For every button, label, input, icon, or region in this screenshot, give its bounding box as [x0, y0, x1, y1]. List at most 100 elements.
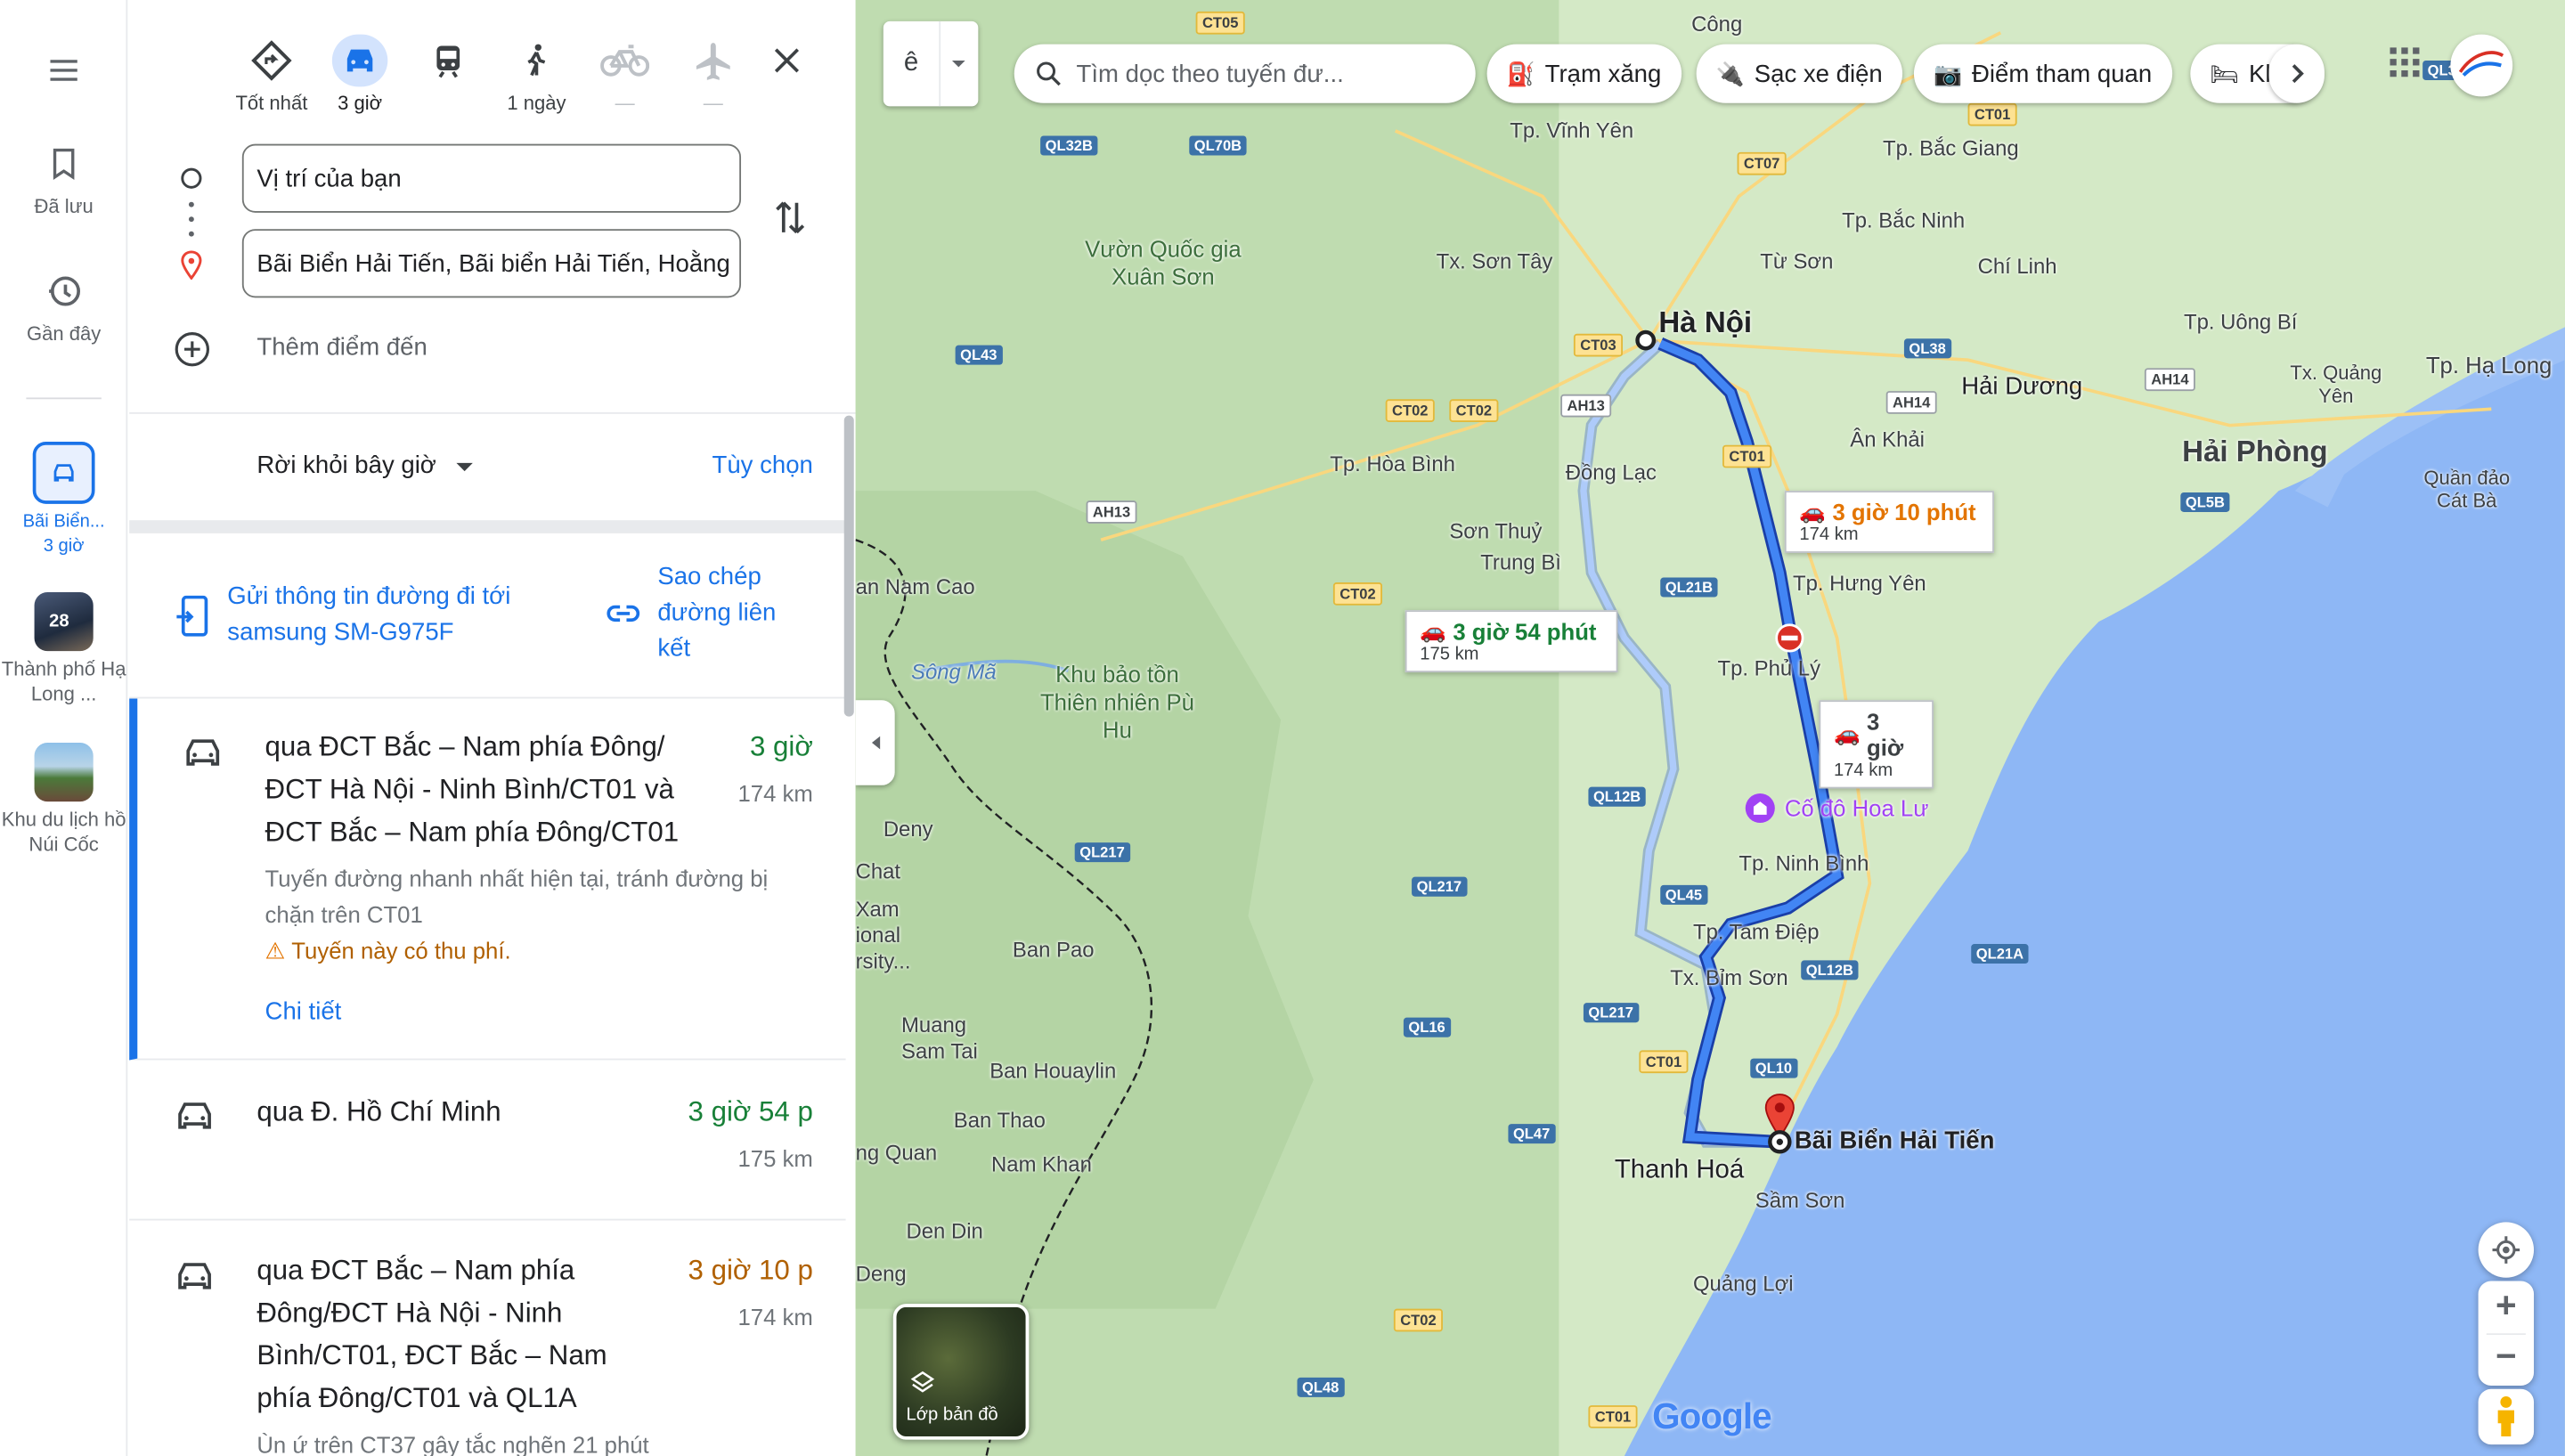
mode-best[interactable]: Tốt nhất: [227, 36, 315, 115]
route-option[interactable]: qua Đ. Hồ Chí Minh 3 giờ 54 p 175 km: [129, 1061, 846, 1221]
road-closed-icon: [1775, 623, 1804, 653]
chip-gas-station[interactable]: ⛽ Trạm xăng: [1486, 44, 1682, 103]
road-shield: QL45: [1660, 884, 1707, 905]
dropdown-arrow-icon: [456, 462, 473, 471]
send-to-phone-button[interactable]: Gửi thông tin đường đi tới samsung SM-G9…: [175, 576, 551, 658]
badge-button[interactable]: ê: [883, 20, 979, 107]
route-time-bubble[interactable]: 🚗 3 giờ 10 phút 174 km: [1784, 491, 1994, 553]
zoom-in-button[interactable]: +: [2496, 1281, 2517, 1332]
copy-link-button[interactable]: Sao chép đường liên kết: [606, 559, 802, 667]
details-link[interactable]: Chi tiết: [265, 998, 342, 1026]
airplane-icon: [696, 43, 730, 80]
place-label: Khu du lịch hồ Núi Cốc: [1, 808, 126, 856]
map-label: Chí Linh: [1977, 253, 2057, 279]
close-directions-button[interactable]: [743, 36, 831, 85]
map-label: Tx. Sơn Tây: [1436, 248, 1553, 273]
depart-time-dropdown[interactable]: Rời khỏi bây giờ: [256, 451, 473, 479]
swap-vertical-icon: [776, 201, 805, 234]
place-label: Thành phố Hạ Long ...: [1, 657, 126, 705]
place-thumbnail: 28: [34, 592, 94, 652]
route-search-box[interactable]: Tìm dọc theo tuyến đư...: [1014, 44, 1476, 103]
route-option[interactable]: qua ĐCT Bắc – Nam phía Đông/ ĐCT Hà Nội …: [129, 698, 846, 1061]
recent-button[interactable]: Gần đây: [0, 272, 127, 347]
map-label: Tp. Bắc Ninh: [1842, 207, 1966, 232]
map-label: Tx. Quảng Yên: [2290, 361, 2382, 408]
panel-scrollbar[interactable]: [843, 415, 854, 717]
chips-next-button[interactable]: [2268, 44, 2325, 103]
road-shield: QL217: [1412, 876, 1467, 897]
mode-bike[interactable]: —: [581, 36, 669, 115]
history-icon: [49, 276, 80, 306]
origin-dot-icon: [181, 167, 202, 189]
chip-label: Điểm tham quan: [1972, 60, 2153, 88]
history-route-item[interactable]: Bãi Biển... 3 giờ: [0, 442, 127, 557]
car-icon: 🚗: [1833, 721, 1861, 746]
apps-button[interactable]: [2390, 47, 2420, 85]
map-label: Tp. Hạ Long: [2425, 351, 2553, 378]
close-icon: [774, 48, 799, 73]
mode-car[interactable]: 3 giờ: [315, 34, 403, 115]
road-shield: QL47: [1508, 1124, 1555, 1144]
route-title: qua ĐCT Bắc – Nam phía Đông/ĐCT Hà Nội -…: [256, 1255, 607, 1414]
map-label: Ân Khải: [1850, 427, 1925, 452]
map-label: Tp. Tam Điệp: [1692, 919, 1820, 945]
chip-ev-charging[interactable]: 🔌 Sạc xe điện: [1696, 44, 1902, 103]
road-shield: CT02: [1393, 1308, 1443, 1332]
road-shield: CT02: [1385, 399, 1435, 422]
map-label: Ban Thao: [953, 1107, 1046, 1133]
toll-warning-label: Tuyến này có thu phí.: [291, 937, 511, 964]
saved-button[interactable]: Đã lưu: [0, 144, 127, 220]
map-label: Muang Sam Tai: [901, 1013, 978, 1064]
avatar-logo-icon: [2458, 51, 2504, 77]
mode-walk-label: 1 ngày: [507, 91, 566, 115]
section-separator: [129, 520, 846, 533]
place-item-ha-long[interactable]: 28 Thành phố Hạ Long ...: [0, 592, 127, 707]
train-icon: [436, 45, 460, 78]
account-avatar[interactable]: [2450, 34, 2513, 97]
place-badge: 28: [49, 612, 69, 632]
map-label-hai-duong: Hải Dương: [1961, 372, 2083, 402]
mode-walk[interactable]: 1 ngày: [493, 36, 581, 115]
caret-left-icon: [871, 736, 880, 750]
send-to-device-icon: [176, 595, 208, 637]
chevron-right-icon: [2292, 64, 2304, 84]
landmark-icon: [1745, 793, 1775, 824]
menu-button[interactable]: [0, 53, 127, 94]
add-stop-button[interactable]: Thêm điểm đến: [174, 330, 664, 370]
map-label: Chat: [855, 858, 901, 884]
bed-icon: 🛏: [2210, 60, 2240, 86]
map-label: Xam ional rsity...: [855, 896, 911, 974]
place-item-nui-coc[interactable]: Khu du lịch hồ Núi Cốc: [0, 743, 127, 858]
road-shield: CT02: [1332, 582, 1383, 606]
road-shield: AH14: [2144, 368, 2195, 392]
destination-input[interactable]: Bãi Biển Hải Tiến, Bãi biển Hải Tiến, Ho…: [241, 229, 742, 298]
travel-modes: Tốt nhất 3 giờ 1 ngày — —: [227, 34, 833, 118]
route-time-bubble[interactable]: 🚗 3 giờ 54 phút 175 km: [1405, 610, 1618, 673]
route-time-bubble[interactable]: 🚗 3 giờ 174 km: [1819, 700, 1934, 789]
options-link[interactable]: Tùy chọn: [712, 451, 813, 479]
street-view-pegman[interactable]: [2478, 1388, 2535, 1445]
origin-input[interactable]: Vị trí của bạn: [241, 143, 742, 213]
mode-transit[interactable]: [404, 36, 493, 91]
map-label: Sầm Sơn: [1755, 1187, 1845, 1213]
my-location-button[interactable]: [2478, 1222, 2535, 1278]
bubble-time: 3 giờ 10 phút: [1832, 499, 1976, 525]
layers-button[interactable]: Lớp bản đồ: [892, 1304, 1030, 1440]
route-time: 3 giờ: [750, 731, 813, 763]
road-shield: AH14: [1885, 391, 1937, 414]
walk-icon: [527, 44, 546, 77]
map-label: Tp. Phủ Lý: [1717, 655, 1821, 681]
route-option[interactable]: qua ĐCT Bắc – Nam phía Đông/ĐCT Hà Nội -…: [129, 1222, 845, 1456]
map-label: Vườn Quốc gia Xuân Sơn: [1085, 235, 1242, 290]
chip-attractions[interactable]: 📷 Điểm tham quan: [1913, 44, 2172, 103]
road-shield: CT01: [1722, 444, 1772, 468]
road-shield: CT02: [1449, 399, 1499, 422]
map-label-ha-noi: Hà Nội: [1658, 305, 1753, 339]
swap-button[interactable]: [770, 196, 810, 247]
map-canvas[interactable]: Hà Nội Hải Phòng Hải Dương Thanh Hoá Bãi…: [855, 0, 2565, 1456]
map-label: Ban Pao: [1012, 937, 1095, 963]
zoom-out-button[interactable]: −: [2496, 1334, 2517, 1386]
collapse-panel-button[interactable]: [855, 700, 895, 785]
send-label: Gửi thông tin đường đi tới samsung SM-G9…: [227, 582, 511, 647]
badge-label: ê: [903, 49, 919, 77]
